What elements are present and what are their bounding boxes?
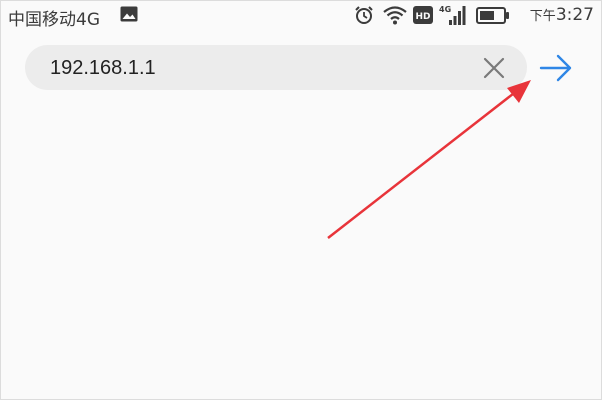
- status-bar: 中国移动4G HD 4G 下午3:27: [0, 0, 602, 30]
- status-time: 下午3:27: [530, 5, 594, 25]
- alarm-icon: [355, 6, 373, 24]
- hd-icon: HD: [413, 6, 433, 24]
- wifi-icon: [383, 6, 407, 25]
- svg-text:4G: 4G: [439, 5, 451, 14]
- close-icon[interactable]: [482, 56, 506, 80]
- gallery-icon: [120, 6, 138, 22]
- carrier-label: 中国移动4G: [8, 10, 100, 30]
- svg-text:HD: HD: [415, 12, 430, 22]
- signal-4g-icon: 4G: [439, 5, 466, 25]
- address-input[interactable]: [50, 55, 470, 81]
- time-value: 3:27: [555, 5, 594, 25]
- arrow-right-icon[interactable]: [538, 53, 574, 83]
- battery-icon: [476, 7, 509, 24]
- address-bar[interactable]: [25, 45, 527, 90]
- time-prefix: 下午: [529, 9, 556, 24]
- status-icons: HD 4G 下午3:27: [354, 3, 594, 27]
